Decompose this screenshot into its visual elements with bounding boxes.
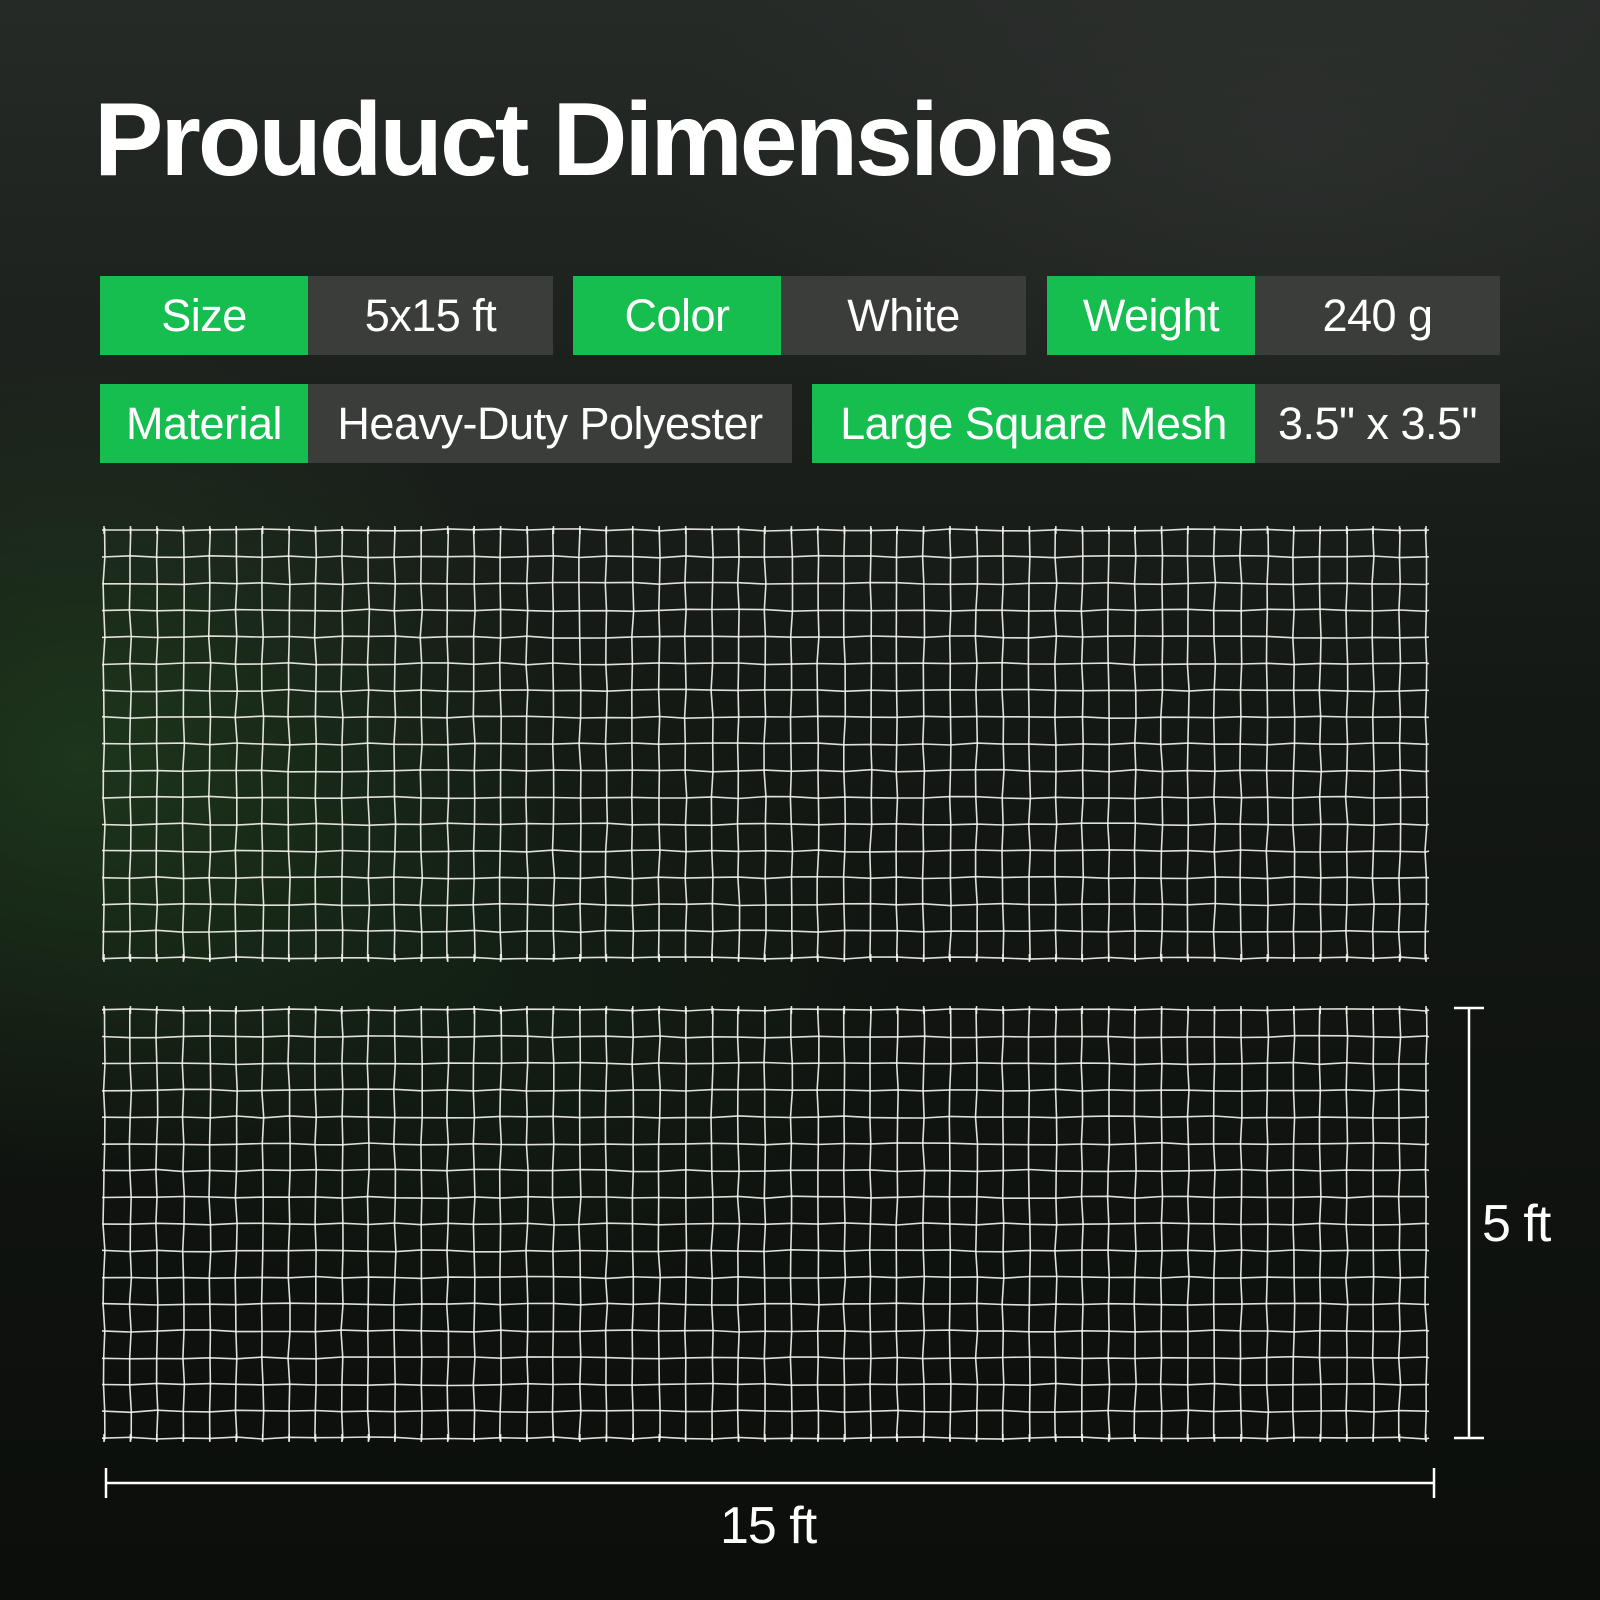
mesh-grid-bottom xyxy=(101,1006,1430,1442)
spec-color-label: Color xyxy=(573,276,781,355)
spec-mesh-value: 3.5" x 3.5" xyxy=(1255,384,1500,463)
spec-weight-value: 240 g xyxy=(1255,276,1500,355)
spec-size-label: Size xyxy=(100,276,308,355)
spec-weight: Weight 240 g xyxy=(1047,276,1500,355)
spec-material: Material Heavy-Duty Polyester xyxy=(100,384,792,463)
height-dimension-label: 5 ft xyxy=(1482,1195,1551,1253)
spec-mesh-label: Large Square Mesh xyxy=(812,384,1255,463)
spec-material-value: Heavy-Duty Polyester xyxy=(308,384,792,463)
spec-size: Size 5x15 ft xyxy=(100,276,553,355)
net-illustration-bottom xyxy=(100,1006,1430,1442)
page-title: Prouduct Dimensions xyxy=(94,82,1115,198)
spec-mesh: Large Square Mesh 3.5" x 3.5" xyxy=(812,384,1500,463)
width-dimension-line xyxy=(104,1468,1436,1498)
mesh-grid-top xyxy=(101,526,1430,962)
spec-weight-label: Weight xyxy=(1047,276,1255,355)
width-dimension-label: 15 ft xyxy=(720,1497,817,1555)
height-dimension-line xyxy=(1454,1006,1484,1440)
spec-size-value: 5x15 ft xyxy=(308,276,553,355)
spec-color: Color White xyxy=(573,276,1026,355)
net-illustration-top xyxy=(100,526,1430,962)
spec-material-label: Material xyxy=(100,384,308,463)
spec-color-value: White xyxy=(781,276,1026,355)
